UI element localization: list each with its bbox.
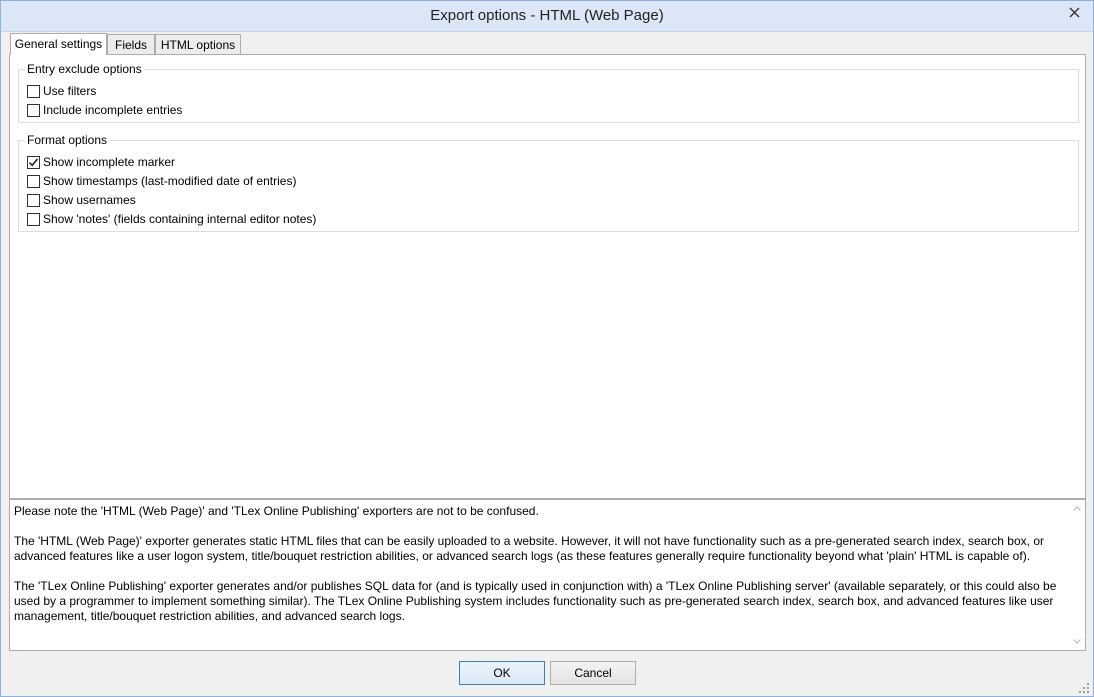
ok-button[interactable]: OK [459,661,545,685]
show-timestamps-option[interactable]: Show timestamps (last-modified date of e… [27,173,296,189]
show-notes-option[interactable]: Show 'notes' (fields containing internal… [27,211,316,227]
tab-general-settings[interactable]: General settings [10,33,107,55]
notes-scrollbar[interactable] [1068,500,1085,650]
tab-fields[interactable]: Fields [107,34,155,55]
use-filters-label: Use filters [43,84,97,98]
close-button[interactable] [1061,2,1087,22]
general-settings-panel: Entry exclude options Use filters Includ… [9,54,1086,499]
show-incomplete-marker-checkbox[interactable] [27,155,40,169]
show-usernames-checkbox[interactable] [27,193,40,207]
window-title: Export options - HTML (Web Page) [430,7,664,24]
show-incomplete-marker-option[interactable]: Show incomplete marker [27,154,175,170]
notes-paragraph: The 'HTML (Web Page)' exporter generates… [14,534,1044,563]
format-options-legend: Format options [25,133,110,147]
use-filters-checkbox[interactable] [27,84,40,98]
close-icon [1069,7,1079,17]
chevron-up-icon [1072,506,1081,511]
resize-grip-icon[interactable] [1079,683,1089,693]
checkmark-icon [28,157,39,166]
show-timestamps-checkbox[interactable] [27,174,40,188]
format-options-group: Format options Show incomplete marker Sh… [18,133,1079,232]
include-incomplete-label: Include incomplete entries [43,103,183,117]
use-filters-option[interactable]: Use filters [27,83,96,99]
notes-textbox[interactable]: Please note the 'HTML (Web Page)' and 'T… [9,499,1086,651]
show-timestamps-label: Show timestamps (last-modified date of e… [43,174,297,188]
show-usernames-label: Show usernames [43,193,136,207]
show-incomplete-marker-label: Show incomplete marker [43,155,176,169]
title-bar[interactable]: Export options - HTML (Web Page) [1,1,1093,32]
notes-paragraph: The 'TLex Online Publishing' exporter ge… [14,579,1057,623]
scroll-up-button[interactable] [1068,500,1085,517]
include-incomplete-option[interactable]: Include incomplete entries [27,102,182,118]
entry-exclude-group: Entry exclude options Use filters Includ… [18,62,1079,123]
cancel-button[interactable]: Cancel [550,661,636,685]
scroll-down-button[interactable] [1068,633,1085,650]
entry-exclude-legend: Entry exclude options [25,62,144,76]
notes-text: Please note the 'HTML (Web Page)' and 'T… [14,504,1064,639]
show-usernames-option[interactable]: Show usernames [27,192,136,208]
include-incomplete-checkbox[interactable] [27,103,40,117]
chevron-down-icon [1072,639,1081,644]
notes-paragraph: Please note the 'HTML (Web Page)' and 'T… [14,504,539,518]
tab-html-options[interactable]: HTML options [155,34,241,55]
show-notes-checkbox[interactable] [27,212,40,226]
export-options-dialog: Export options - HTML (Web Page) General… [0,0,1094,697]
show-notes-label: Show 'notes' (fields containing internal… [43,212,317,226]
